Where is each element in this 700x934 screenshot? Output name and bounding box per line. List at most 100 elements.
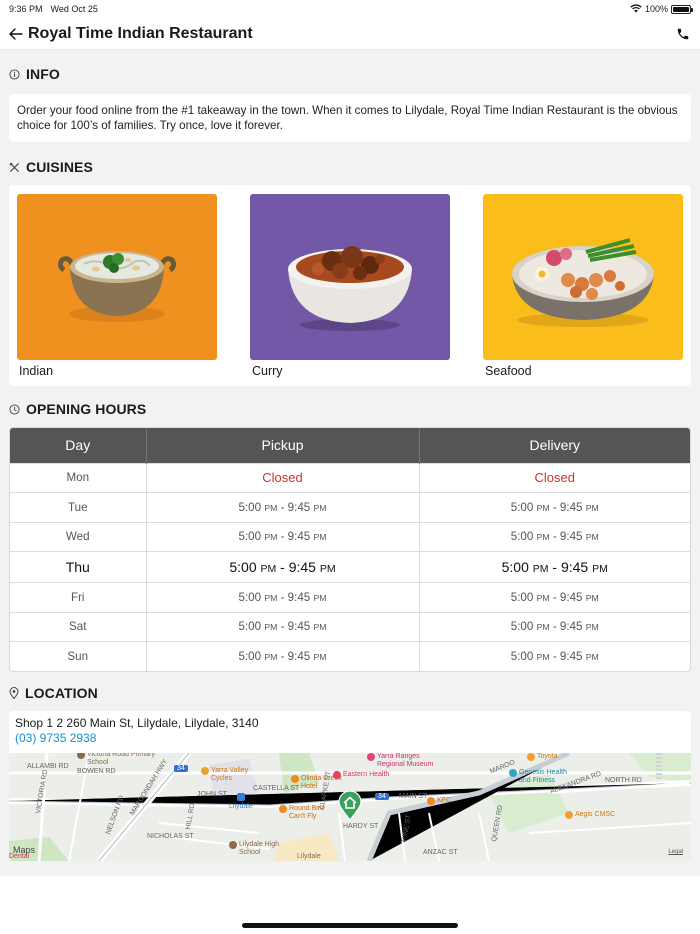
map-poi[interactable]: KFC [427,797,451,805]
table-row: Sun 5:00 PM - 9:45 PM 5:00 PM - 9:45 PM [10,641,690,671]
table-row: Sat 5:00 PM - 9:45 PM 5:00 PM - 9:45 PM [10,611,690,642]
restaurant-location-pin[interactable] [338,790,362,826]
map-poi-label: KFC [437,797,451,804]
map-poi[interactable]: Genesis Health and Fitness [509,769,579,785]
map-poi-label: Yarra Valley Cycles [211,767,249,782]
opening-hours-table: Day Pickup Delivery Mon Closed Closed Tu… [9,427,691,672]
day-cell: Mon [10,462,147,493]
cuisine-image-seafood [483,194,683,360]
fitness-icon [509,769,517,777]
column-header-day: Day [10,428,147,463]
shop-icon [201,767,209,775]
location-pin-icon [9,687,19,699]
map-poi-label: Lilydale High School [239,841,280,856]
cuisine-label-seafood: Seafood [485,364,532,378]
table-row: Fri 5:00 PM - 9:45 PM 5:00 PM - 9:45 PM [10,582,690,612]
map-poi-label: Eastern Health [343,771,390,778]
table-row: Mon Closed Closed [10,462,690,493]
status-bar: 9:36 PM Wed Oct 25 100% [0,0,700,18]
opening-hours-heading: OPENING HOURS [26,401,147,417]
map-poi[interactable]: Eastern Health [333,771,389,779]
delivery-cell: 5:00 PM - 9:45 PM [419,492,690,522]
cuisine-image-curry [250,194,450,360]
pickup-cell: 5:00 PM - 9:45 PM [146,582,420,612]
map-poi[interactable]: Lilydale [229,793,253,811]
food-icon [279,805,287,813]
delivery-cell: 5:00 PM - 9:45 PM [419,641,690,671]
opening-hours-section-header: OPENING HOURS [9,401,146,417]
pickup-cell: 5:00 PM - 9:45 PM [146,492,420,522]
map-poi[interactable]: Yarra Valley Cycles [201,767,261,783]
info-text: Order your food online from the #1 takea… [17,104,678,132]
delivery-cell: Closed [419,462,690,493]
cuisine-item-curry[interactable]: Curry [250,194,450,378]
nav-bar: Royal Time Indian Restaurant [0,18,700,50]
map-poi[interactable]: Victoria Road Primary School [77,753,157,767]
cuisines-section-header: CUISINES [9,159,93,175]
school-icon [229,841,237,849]
hospital-icon [333,771,341,779]
clock-icon [9,403,20,415]
delivery-cell: 5:00 PM - 9:45 PM [419,611,690,642]
map-poi[interactable]: Toyota [527,753,558,761]
map-poi-label: Aegis CMSC [575,811,616,818]
table-row: Tue 5:00 PM - 9:45 PM 5:00 PM - 9:45 PM [10,492,690,522]
maps-attribution: Maps [13,845,36,855]
map-street-label: NICHOLAS ST [147,833,194,840]
legal-link[interactable]: Legal [668,849,683,855]
map-poi[interactable]: Aegis CMSC [565,811,615,819]
column-header-pickup: Pickup [146,428,420,463]
shop-icon [527,753,535,761]
map-poi[interactable]: Round Bird Can't Fly [279,805,339,821]
route-badge: 34 [375,793,389,800]
day-cell: Sun [10,641,147,671]
map-street-label: NORTH RD [605,777,642,784]
cuisine-image-indian [17,194,217,360]
back-arrow-icon[interactable] [8,26,24,42]
info-heading: INFO [26,66,60,82]
map-poi-label: Genesis Health and Fitness [519,769,567,784]
home-indicator[interactable] [242,923,458,928]
map-view[interactable]: ALLAMBI RD BOWEN RD VICTORIA RD MAROONDA… [9,753,691,861]
delivery-cell: 5:00 PM - 9:45 PM [419,582,690,612]
location-section-header: LOCATION [9,685,98,701]
map-street-label: MAIN ST [399,793,428,800]
map-poi[interactable]: Lilydale [297,853,321,861]
page-title: Royal Time Indian Restaurant [28,24,253,42]
day-cell: Thu [10,551,147,583]
info-icon [9,68,20,80]
table-row-today: Thu 5:00 PM - 9:45 PM 5:00 PM - 9:45 PM [10,551,690,583]
day-cell: Wed [10,521,147,552]
delivery-cell: 5:00 PM - 9:45 PM [419,551,690,583]
cuisines-card: Indian Curry Seafood [9,185,691,386]
map-pin-icon [338,790,362,821]
map-poi-label: Lilydale [229,803,253,810]
phone-number-link[interactable]: (03) 9735 2938 [9,731,691,745]
map-poi-label: Victoria Road Primary School [87,753,155,766]
cuisine-label-indian: Indian [19,364,54,378]
column-header-delivery: Delivery [419,428,690,463]
cuisine-label-curry: Curry [252,364,283,378]
cuisine-item-indian[interactable]: Indian [17,194,217,378]
map-street-label: JOHN ST [197,791,227,798]
map-poi[interactable]: Lilydale High School [229,841,293,857]
day-cell: Tue [10,492,147,522]
map-poi[interactable]: Yarra Ranges Regional Museum [367,753,443,769]
status-time: 9:36 PM [9,4,43,14]
wifi-icon [630,3,642,15]
location-card: Shop 1 2 260 Main St, Lilydale, Lilydale… [9,711,691,861]
map-street-label: ANZAC ST [423,849,458,856]
battery-icon [671,4,693,14]
day-cell: Fri [10,582,147,612]
pickup-cell: Closed [146,462,420,493]
food-icon [427,797,435,805]
phone-call-icon[interactable] [674,25,692,43]
delivery-cell: 5:00 PM - 9:45 PM [419,521,690,552]
table-row: Wed 5:00 PM - 9:45 PM 5:00 PM - 9:45 PM [10,521,690,552]
address-text: Shop 1 2 260 Main St, Lilydale, Lilydale… [15,716,259,730]
cuisine-item-seafood[interactable]: Seafood [483,194,683,378]
map-poi-label: Round Bird Can't Fly [289,805,325,820]
pickup-cell: 5:00 PM - 9:45 PM [146,521,420,552]
table-header-row: Day Pickup Delivery [10,428,690,463]
train-icon [236,793,245,801]
